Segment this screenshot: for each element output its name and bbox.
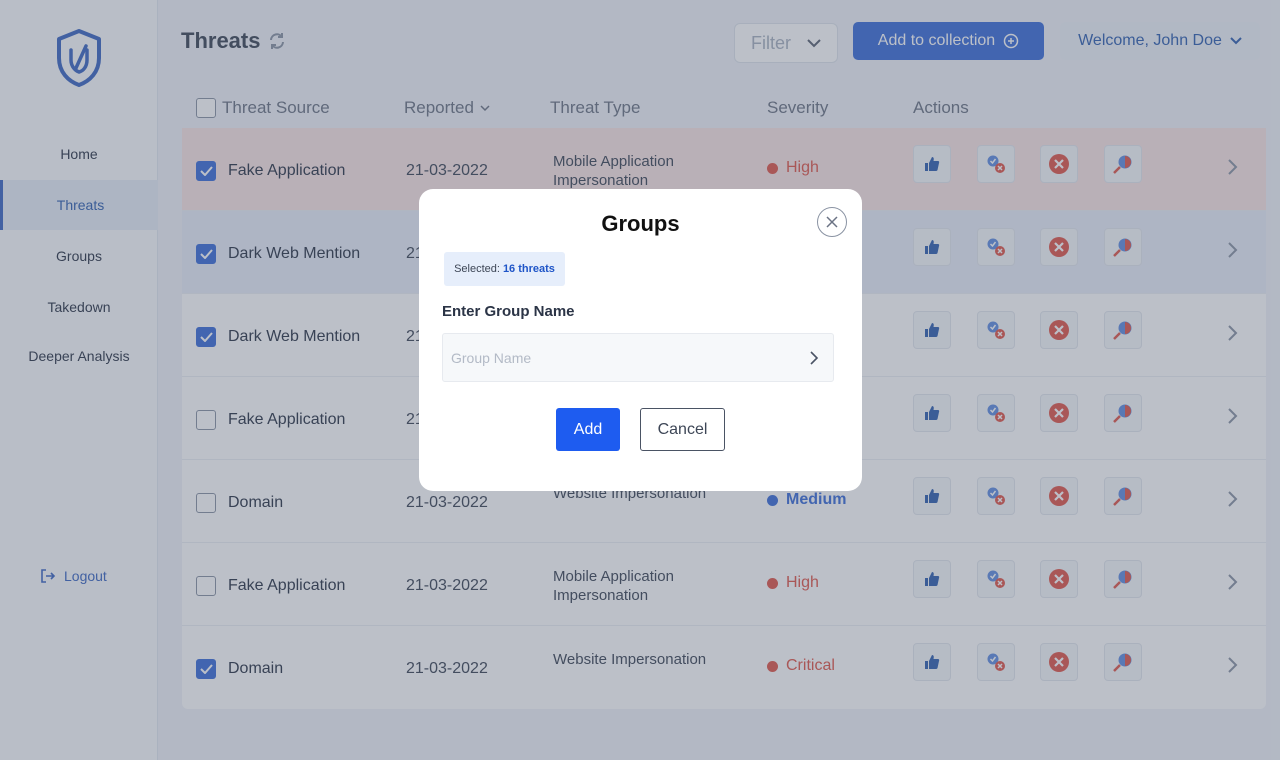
group-name-field[interactable]	[442, 333, 834, 382]
add-button[interactable]: Add	[556, 408, 620, 451]
groups-modal: Groups Selected: 16 threats Enter Group …	[419, 189, 862, 491]
close-icon	[826, 216, 838, 228]
modal-title: Groups	[601, 211, 680, 236]
group-name-input[interactable]	[451, 349, 771, 366]
group-name-label: Enter Group Name	[442, 303, 575, 320]
chevron-right-icon[interactable]	[809, 350, 819, 366]
cancel-button[interactable]: Cancel	[640, 408, 725, 451]
selected-count-badge: Selected: 16 threats	[444, 252, 565, 286]
close-button[interactable]	[817, 207, 847, 237]
selected-count: 16 threats	[502, 263, 555, 275]
selected-prefix: Selected:	[454, 263, 500, 275]
